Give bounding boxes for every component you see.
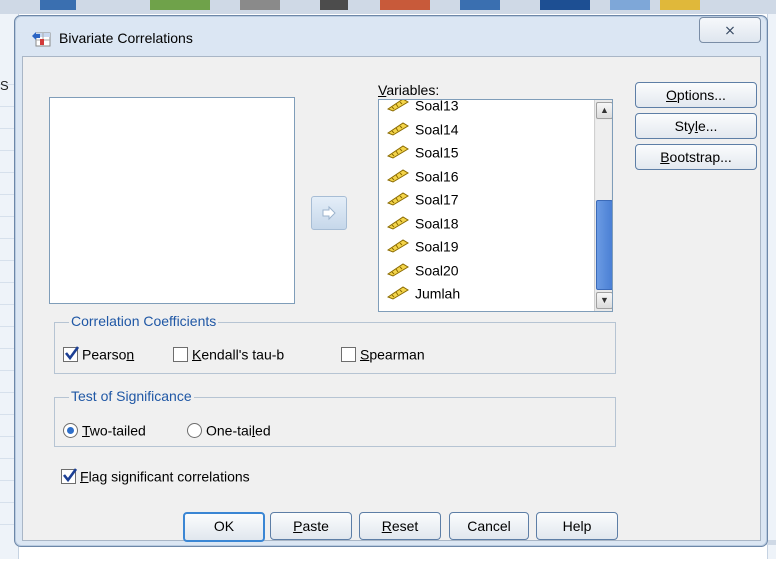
- variable-list-item[interactable]: Soal16: [387, 164, 459, 186]
- group-title: Correlation Coefficients: [69, 313, 219, 329]
- variable-name: Jumlah: [415, 285, 461, 302]
- variables-scrollbar[interactable]: ▲ ▼: [594, 100, 612, 311]
- right-arrow-icon: [322, 205, 336, 221]
- scale-ruler-icon: [387, 239, 409, 253]
- variable-name: Soal13: [415, 99, 459, 114]
- scale-ruler-icon: [387, 145, 409, 159]
- window-title: Bivariate Correlations: [59, 30, 193, 46]
- spss-app-icon: [32, 32, 51, 47]
- correlation-coefficients-group: Correlation Coefficients Pearson Kendall…: [54, 313, 616, 374]
- scale-ruler-icon: [387, 100, 409, 112]
- variable-name: Soal20: [415, 261, 459, 278]
- background-toolbar: [0, 0, 776, 14]
- checkbox-unchecked-icon: [341, 346, 356, 362]
- reset-button[interactable]: Reset: [359, 512, 441, 540]
- checkbox-checked-icon: [63, 346, 79, 362]
- pearson-checkbox[interactable]: Pearson: [63, 343, 134, 364]
- group-title: Test of Significance: [69, 388, 194, 404]
- radio-selected-icon: [63, 422, 78, 438]
- variable-name: Soal16: [415, 167, 459, 184]
- radio-unselected-icon: [187, 422, 202, 438]
- variable-list-item[interactable]: Soal17: [387, 187, 459, 209]
- one-tailed-radio[interactable]: One-tailed: [187, 419, 271, 440]
- bootstrap-button[interactable]: Bootstrap...: [635, 144, 757, 170]
- selected-variables-list[interactable]: [49, 97, 295, 304]
- variable-name: Soal19: [415, 238, 459, 255]
- variable-list-item[interactable]: Soal18: [387, 211, 459, 233]
- variable-list-item[interactable]: Soal13: [387, 99, 459, 115]
- checkbox-unchecked-icon: [173, 346, 188, 362]
- close-icon: ⨯: [724, 22, 736, 38]
- paste-button[interactable]: Paste: [270, 512, 352, 540]
- style-button[interactable]: Style...: [635, 113, 757, 139]
- two-tailed-radio[interactable]: Two-tailed: [63, 419, 146, 440]
- variable-name: Soal18: [415, 214, 459, 231]
- variable-list-item[interactable]: Soal20: [387, 258, 459, 280]
- options-button[interactable]: Options...: [635, 82, 757, 108]
- cancel-button[interactable]: Cancel: [449, 512, 529, 540]
- background-column-letter: S: [0, 78, 9, 93]
- scale-ruler-icon: [387, 216, 409, 230]
- variable-name: Soal17: [415, 191, 459, 208]
- variables-list[interactable]: Soal13 Soal14 Soal15 Soal16 Soal17 Soal18 Soal…: [378, 99, 613, 312]
- variable-list-item[interactable]: Jumlah: [387, 281, 460, 303]
- close-button[interactable]: ⨯: [699, 17, 761, 43]
- scale-ruler-icon: [387, 286, 409, 300]
- move-variable-button[interactable]: [311, 196, 347, 230]
- background-right-edge: [767, 14, 776, 559]
- dialog-body: Variables: Soal13 Soal14 Soal15 Soal16 Soal1…: [22, 56, 761, 542]
- scroll-up-arrow-icon[interactable]: ▲: [596, 102, 612, 119]
- flag-significant-checkbox[interactable]: Flag significant correlations: [61, 465, 250, 486]
- checkbox-checked-icon: [61, 468, 77, 484]
- help-button[interactable]: Help: [536, 512, 618, 540]
- variable-name: Soal14: [415, 120, 459, 137]
- variables-label: Variables:: [378, 82, 440, 98]
- title-bar[interactable]: Bivariate Correlations ⨯: [15, 16, 767, 56]
- variable-list-item[interactable]: Soal14: [387, 117, 459, 139]
- scroll-thumb[interactable]: [596, 200, 612, 290]
- kendall-checkbox[interactable]: Kendall's tau-b: [173, 343, 284, 364]
- test-of-significance-group: Test of Significance Two-tailed One-tail…: [54, 388, 616, 447]
- spearman-checkbox[interactable]: Spearman: [341, 343, 425, 364]
- variable-list-item[interactable]: Soal19: [387, 234, 459, 256]
- bivariate-correlations-dialog: Bivariate Correlations ⨯ Variables: Soal…: [14, 15, 768, 547]
- variable-name: Soal15: [415, 144, 459, 161]
- scale-ruler-icon: [387, 169, 409, 183]
- scale-ruler-icon: [387, 122, 409, 136]
- scale-ruler-icon: [387, 263, 409, 277]
- scale-ruler-icon: [387, 192, 409, 206]
- scroll-down-arrow-icon[interactable]: ▼: [596, 292, 612, 309]
- ok-button[interactable]: OK: [183, 512, 265, 542]
- variable-list-item[interactable]: Soal15: [387, 140, 459, 162]
